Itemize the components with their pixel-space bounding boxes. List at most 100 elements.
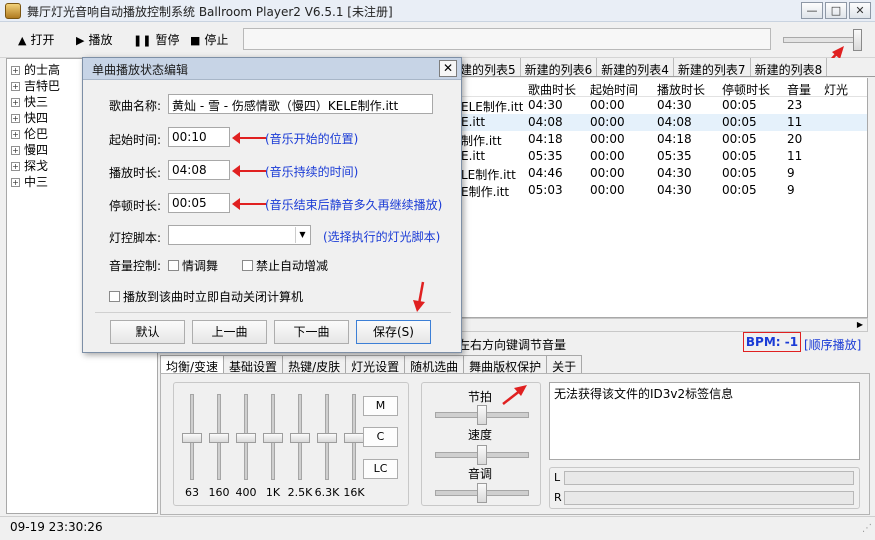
eq-thumb-400[interactable] [236, 433, 256, 443]
header-duration[interactable]: 歌曲时长 [528, 81, 576, 98]
settings-tabs: 均衡/变速 基础设置 热键/皮肤 灯光设置 随机选曲 舞曲版权保护 关于 [160, 355, 583, 374]
eq-thumb-16k[interactable] [344, 433, 364, 443]
dialog-title: 单曲播放状态编辑 [92, 63, 189, 77]
save-button[interactable]: 保存(S) [356, 320, 431, 344]
eq-thumb-6-3k[interactable] [317, 433, 337, 443]
eq-thumb-160[interactable] [209, 433, 229, 443]
tree-item-slow-four[interactable]: + 慢四 [11, 141, 48, 157]
play-icon: ▶ [76, 34, 85, 47]
tab-playlist-4[interactable]: 新建的列表4 [597, 58, 674, 76]
minimize-button[interactable]: — [801, 2, 823, 19]
playlist-tabs: 建的列表5 新建的列表6 新建的列表4 新建的列表7 新建的列表8 [460, 58, 875, 77]
table-row[interactable]: E制作.itt 05:03 00:00 04:30 00:05 9 [461, 182, 867, 199]
lc-button[interactable]: LC [363, 459, 398, 479]
tree-item-rumba[interactable]: + 伦巴 [11, 125, 48, 141]
chevron-down-icon[interactable]: ▼ [295, 227, 309, 243]
tab-random-select[interactable]: 随机选曲 [404, 355, 465, 374]
disable-auto-adjust-checkbox[interactable]: 禁止自动增减 [242, 257, 328, 274]
maximize-button[interactable]: □ [825, 2, 847, 19]
tab-eq-speed[interactable]: 均衡/变速 [160, 355, 225, 374]
header-pause[interactable]: 停顿时长 [722, 81, 770, 98]
eq-thumb-63[interactable] [182, 433, 202, 443]
left-level-meter [564, 471, 854, 485]
volume-hint-text: 左右方向键调节音量 [458, 338, 567, 352]
open-button[interactable]: ▲ 打开 [18, 31, 54, 48]
header-start[interactable]: 起始时间 [590, 81, 638, 98]
list-horizontal-scrollbar[interactable]: ▶ [460, 318, 868, 332]
eq-thumb-2-5k[interactable] [290, 433, 310, 443]
play-mode-toggle[interactable]: [顺序播放] [804, 336, 861, 353]
tree-item-fast-three[interactable]: + 快三 [11, 93, 48, 109]
tree-item-fast-four[interactable]: + 快四 [11, 109, 48, 125]
expand-icon[interactable]: + [11, 178, 20, 187]
checkbox-icon [109, 291, 120, 302]
pause-icon: ❚❚ [133, 34, 152, 47]
table-row[interactable]: LE制作.itt 04:46 00:00 04:30 00:05 9 [461, 165, 867, 182]
eq-thumb-1k[interactable] [263, 433, 283, 443]
master-volume-track[interactable] [783, 37, 861, 43]
play-duration-field[interactable]: 04:08 [168, 160, 230, 180]
tab-playlist-8[interactable]: 新建的列表8 [751, 58, 828, 76]
checkbox-icon [242, 260, 253, 271]
light-script-select[interactable] [168, 225, 311, 245]
tab-playlist-6[interactable]: 新建的列表6 [521, 58, 598, 76]
auto-shutdown-checkbox[interactable]: 播放到该曲时立即自动关闭计算机 [109, 288, 303, 305]
stop-button[interactable]: ■ 停止 [190, 31, 228, 48]
play-button[interactable]: ▶ 播放 [76, 31, 112, 48]
speed-thumb[interactable] [477, 445, 487, 465]
light-script-note: (选择执行的灯光脚本) [323, 230, 441, 244]
expand-icon[interactable]: + [11, 82, 20, 91]
m-button[interactable]: M [363, 396, 398, 416]
expand-icon[interactable]: + [11, 146, 20, 155]
song-name-field[interactable]: 黄灿 - 雪 - 伤感情歌（慢四）KELE制作.itt [168, 94, 433, 114]
table-row[interactable]: 制作.itt 04:18 00:00 04:18 00:05 20 [461, 131, 867, 148]
id3-info-box: 无法获得该文件的ID3v2标签信息 [549, 382, 860, 460]
expand-icon[interactable]: + [11, 66, 20, 75]
tab-hotkeys-skin[interactable]: 热键/皮肤 [282, 355, 347, 374]
tree-item-mid-three[interactable]: + 中三 [11, 173, 48, 189]
expand-icon[interactable]: + [11, 98, 20, 107]
tab-copyright[interactable]: 舞曲版权保护 [463, 355, 548, 374]
prev-song-button[interactable]: 上一曲 [192, 320, 267, 344]
pitch-thumb[interactable] [477, 483, 487, 503]
table-row[interactable]: E.itt 05:35 00:00 05:35 00:05 11 [461, 148, 867, 165]
header-volume[interactable]: 音量 [787, 81, 811, 98]
left-channel-label: L [554, 471, 561, 484]
pause-button[interactable]: ❚❚ 暂停 [133, 31, 179, 48]
tab-light-settings[interactable]: 灯光设置 [345, 355, 406, 374]
start-time-field[interactable]: 00:10 [168, 127, 230, 147]
tree-item-tango[interactable]: + 探戈 [11, 157, 48, 173]
beat-thumb[interactable] [477, 405, 487, 425]
stop-icon: ■ [190, 34, 201, 47]
table-row[interactable]: ELE制作.itt 04:30 00:00 04:30 00:05 23 [461, 97, 867, 114]
tree-item-disco[interactable]: + 的士高 [11, 61, 60, 77]
resize-grip-icon[interactable]: ⋰ [862, 523, 872, 534]
header-play[interactable]: 播放时长 [657, 81, 705, 98]
tab-basic-settings[interactable]: 基础设置 [223, 355, 284, 374]
annotation-arrow [232, 165, 266, 177]
tab-about[interactable]: 关于 [546, 355, 583, 374]
tab-playlist-7[interactable]: 新建的列表7 [674, 58, 751, 76]
tree-item-jitterbug[interactable]: + 吉特巴 [11, 77, 60, 93]
eject-icon: ▲ [18, 34, 27, 47]
eq-speed-panel: 63 160 400 1K 2.5K 6.3K 16K M C LC 节拍 速度… [160, 373, 870, 515]
default-button[interactable]: 默认 [110, 320, 185, 344]
master-volume-thumb[interactable] [853, 29, 862, 51]
title-bar: 舞厅灯光音响自动播放控制系统 Ballroom Player2 V6.5.1 [… [0, 0, 875, 22]
header-light[interactable]: 灯光 [824, 81, 848, 98]
mood-dance-checkbox[interactable]: 情调舞 [168, 257, 218, 274]
status-bar: 09-19 23:30:26 ⋰ [0, 516, 875, 540]
expand-icon[interactable]: + [11, 162, 20, 171]
table-row-selected[interactable]: E.itt 04:08 00:00 04:08 00:05 11 [461, 114, 867, 131]
pause-duration-field[interactable]: 00:05 [168, 193, 230, 213]
next-song-button[interactable]: 下一曲 [274, 320, 349, 344]
close-button[interactable]: ✕ [849, 2, 871, 19]
tab-playlist-5[interactable]: 建的列表5 [460, 58, 521, 76]
dialog-close-button[interactable]: ✕ [439, 60, 457, 77]
c-button[interactable]: C [363, 427, 398, 447]
expand-icon[interactable]: + [11, 130, 20, 139]
start-time-label: 起始时间: [109, 133, 162, 147]
expand-icon[interactable]: + [11, 114, 20, 123]
scroll-right-icon[interactable]: ▶ [853, 319, 867, 331]
playback-progress-bar[interactable] [243, 28, 771, 50]
